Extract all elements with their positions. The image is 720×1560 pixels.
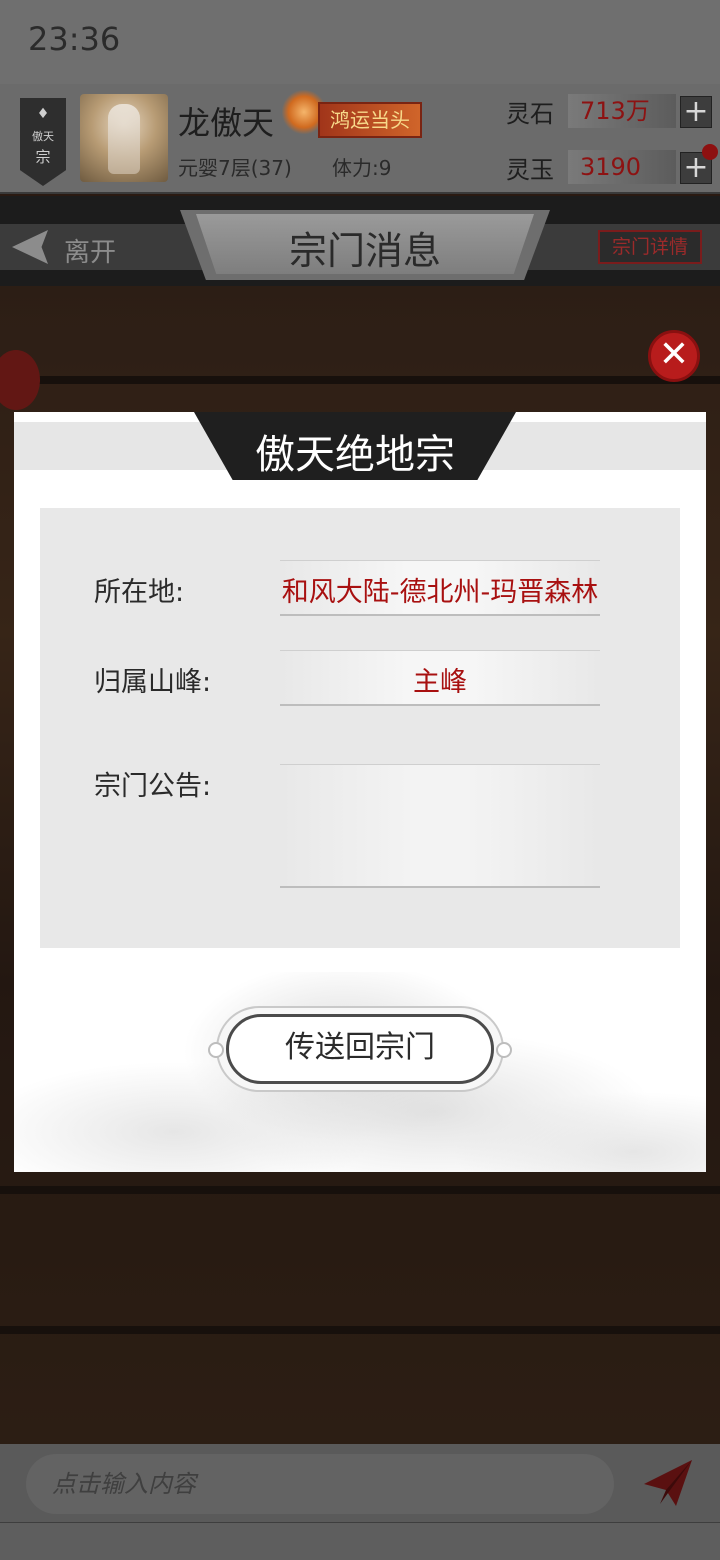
page-title: 宗门消息: [288, 229, 441, 273]
location-value: 和风大陆-德北州-玛晋森林: [281, 577, 599, 608]
spirit-stone-value: 713万: [568, 94, 676, 128]
title-badge[interactable]: 鸿运当头: [318, 102, 422, 138]
player-header: ♦ 傲天 宗 龙傲天 鸿运当头 元婴7层(37) 体力:9 灵石 713万 + …: [0, 84, 720, 194]
chat-input[interactable]: 点击输入内容: [26, 1454, 614, 1514]
send-button[interactable]: [642, 1458, 694, 1508]
status-time: 23:36: [28, 20, 121, 58]
status-bar: 23:36: [0, 0, 720, 84]
teleport-to-sect-button[interactable]: 传送回宗门: [226, 1014, 494, 1084]
player-level: 元婴7层(37): [178, 156, 292, 180]
peak-value: 主峰: [413, 667, 467, 698]
leave-label: 离开: [64, 238, 117, 268]
close-icon: ✕: [658, 334, 690, 375]
announcement-label: 宗门公告:: [94, 771, 212, 802]
sect-emblem[interactable]: ♦ 傲天 宗: [20, 98, 66, 186]
button-ornament-dot: [208, 1042, 224, 1058]
player-stamina: 体力:9: [332, 156, 392, 180]
player-name: 龙傲天: [178, 104, 275, 142]
sect-emblem-label: 宗: [35, 148, 51, 166]
avatar[interactable]: [80, 94, 168, 182]
add-spirit-stone-button[interactable]: +: [680, 96, 712, 128]
button-ornament-dot: [496, 1042, 512, 1058]
notification-dot: [702, 144, 718, 160]
location-label: 所在地:: [94, 577, 185, 608]
paper-plane-icon: [644, 1460, 692, 1506]
sect-info-dialog: 傲天绝地宗 所在地: 和风大陆-德北州-玛晋森林 归属山峰: 主峰 宗门公告: …: [14, 412, 706, 1172]
diamond-icon: ♦: [36, 106, 50, 122]
nav-bar: 离开 宗门消息 宗门详情: [0, 196, 720, 286]
bottom-strip: [0, 1522, 720, 1560]
leave-button[interactable]: 离开: [12, 226, 162, 268]
plus-icon: +: [683, 94, 709, 129]
peak-label: 归属山峰:: [94, 667, 212, 698]
spirit-jade-value: 3190: [568, 150, 676, 184]
back-arrow-icon: [12, 230, 48, 264]
modal-title: 傲天绝地宗: [255, 432, 455, 478]
close-button[interactable]: ✕: [648, 330, 700, 382]
sect-info-panel: 所在地: 和风大陆-德北州-玛晋森林 归属山峰: 主峰 宗门公告:: [40, 508, 680, 948]
spirit-stone-label: 灵石: [506, 100, 554, 128]
announcement-box: [280, 764, 600, 888]
spirit-jade-label: 灵玉: [506, 156, 554, 184]
sect-emblem-name: 傲天: [32, 130, 54, 143]
sect-detail-button[interactable]: 宗门详情: [598, 230, 702, 264]
